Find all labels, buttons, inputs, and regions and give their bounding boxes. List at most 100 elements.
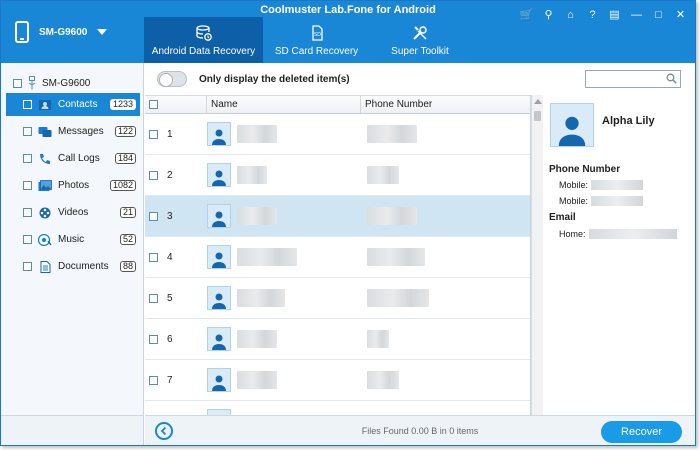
column-header-name[interactable]: Name — [207, 96, 361, 113]
row-checkbox[interactable] — [149, 211, 158, 221]
contacts-icon — [39, 99, 51, 110]
device-selector[interactable]: SM-G9600 — [1, 1, 143, 63]
contact-name-redacted — [237, 207, 277, 225]
phone-number-redacted — [367, 289, 429, 307]
item-count-badge: 21 — [119, 207, 136, 218]
search-box[interactable] — [585, 70, 681, 88]
phone-call-icon — [40, 153, 50, 164]
phone-number-redacted — [367, 371, 399, 389]
tools-icon — [413, 26, 427, 40]
recover-button[interactable]: Recover — [601, 421, 682, 443]
sidebar-item-label: Call Logs — [58, 153, 100, 164]
contact-name-redacted — [237, 371, 277, 389]
usb-icon — [28, 76, 36, 90]
email-value-redacted — [588, 229, 677, 239]
contact-name-redacted — [237, 248, 297, 266]
deleted-only-label: Only display the deleted item(s) — [199, 74, 350, 85]
item-count-badge: 1082 — [109, 180, 136, 191]
sidebar-item-contacts[interactable]: Contacts 1233 — [6, 93, 140, 116]
contact-name-redacted — [237, 125, 277, 143]
scroll-up-icon[interactable] — [534, 99, 542, 104]
device-tree-label: SM-G9600 — [42, 77, 91, 89]
maximize-icon[interactable]: □ — [652, 9, 665, 22]
table-row[interactable]: 1 — [145, 114, 530, 155]
item-count-badge: 1233 — [109, 99, 136, 110]
row-checkbox[interactable] — [149, 252, 158, 262]
contact-name-redacted — [237, 166, 267, 184]
svg-text:SD: SD — [313, 32, 320, 38]
minimize-icon[interactable]: — — [630, 9, 643, 22]
close-icon[interactable]: ✕ — [674, 9, 687, 22]
phone-number-redacted — [367, 330, 389, 348]
phone-section-title: Phone Number — [549, 164, 621, 175]
scrollbar-thumb[interactable] — [534, 111, 541, 121]
avatar — [207, 163, 231, 187]
category-checkbox[interactable] — [23, 181, 32, 190]
table-row[interactable]: 4 — [145, 237, 530, 278]
table-scrollbar[interactable] — [531, 95, 543, 415]
mobile-value-redacted — [591, 180, 644, 190]
sidebar-item-call-logs[interactable]: Call Logs 184 — [6, 147, 140, 170]
home-label: Home: — [559, 229, 586, 239]
sidebar-item-label: Photos — [58, 180, 90, 191]
mobile-value-redacted — [591, 196, 644, 206]
category-checkbox[interactable] — [23, 235, 32, 244]
search-icon[interactable] — [666, 73, 677, 84]
avatar — [207, 122, 231, 146]
category-checkbox[interactable] — [23, 100, 32, 109]
tab-label: Android Data Recovery — [151, 46, 256, 57]
device-checkbox[interactable] — [13, 78, 22, 88]
sidebar-item-music[interactable]: Music 52 — [6, 228, 140, 251]
table-row[interactable]: 2 — [145, 155, 530, 196]
tab-sd-card-recovery[interactable]: SD SD Card Recovery — [263, 17, 370, 63]
table-row-partial[interactable] — [145, 401, 530, 415]
list-toolbar: Only display the deleted item(s) — [145, 63, 695, 95]
sidebar-item-messages[interactable]: Messages 122 — [6, 120, 140, 143]
contact-name: Alpha Lily — [602, 115, 655, 127]
item-count-badge: 122 — [114, 126, 136, 137]
sidebar-item-label: Music — [58, 234, 85, 245]
sidebar-footer — [1, 415, 144, 445]
music-icon — [38, 233, 52, 246]
feedback-icon[interactable]: ▤ — [608, 9, 621, 22]
app-window: Coolmuster Lab.Fone for Android SM-G9600… — [0, 0, 696, 446]
sidebar-item-videos[interactable]: Videos 21 — [6, 201, 140, 224]
select-all-checkbox[interactable] — [149, 100, 158, 109]
sidebar-item-documents[interactable]: Documents 88 — [6, 255, 140, 278]
search-input[interactable] — [586, 71, 662, 87]
cart-icon[interactable]: 🛒 — [520, 9, 534, 22]
home-icon[interactable]: ⌂ — [564, 9, 577, 22]
table-row[interactable]: 7 — [145, 360, 530, 401]
row-number: 3 — [167, 210, 173, 222]
category-checkbox[interactable] — [23, 127, 32, 136]
row-checkbox[interactable] — [149, 334, 158, 344]
row-checkbox[interactable] — [149, 129, 158, 139]
row-number: 2 — [167, 169, 173, 181]
video-reel-icon — [39, 207, 51, 218]
footer-bar: Files Found 0.00 B in 0 items Recover — [145, 415, 695, 445]
tab-label: Super Toolkit — [391, 46, 449, 57]
phone-icon — [15, 21, 29, 43]
table-row[interactable]: 3 — [145, 196, 530, 237]
table-row[interactable]: 5 — [145, 278, 530, 319]
row-checkbox[interactable] — [149, 375, 158, 385]
row-checkbox[interactable] — [149, 293, 158, 303]
column-header-phone[interactable]: Phone Number — [361, 96, 530, 113]
category-checkbox[interactable] — [23, 262, 32, 271]
mobile-field: Mobile: — [559, 180, 644, 190]
tab-super-toolkit[interactable]: Super Toolkit — [370, 17, 470, 63]
device-tree-root[interactable]: SM-G9600 — [13, 76, 90, 90]
tab-android-data-recovery[interactable]: Android Data Recovery — [144, 17, 263, 63]
row-checkbox[interactable] — [149, 170, 158, 180]
phone-number-redacted — [367, 207, 417, 225]
deleted-only-toggle[interactable] — [157, 71, 187, 87]
category-checkbox[interactable] — [23, 154, 32, 163]
contacts-table: Name Phone Number 1 2 3 4 5 6 7 — [145, 95, 531, 415]
sidebar-item-photos[interactable]: Photos 1082 — [6, 174, 140, 197]
tab-label: SD Card Recovery — [274, 46, 359, 57]
table-row[interactable]: 6 — [145, 319, 530, 360]
key-icon[interactable]: ⚲ — [542, 9, 555, 22]
help-icon[interactable]: ? — [586, 9, 599, 22]
contact-avatar — [550, 103, 594, 147]
category-checkbox[interactable] — [23, 208, 32, 217]
